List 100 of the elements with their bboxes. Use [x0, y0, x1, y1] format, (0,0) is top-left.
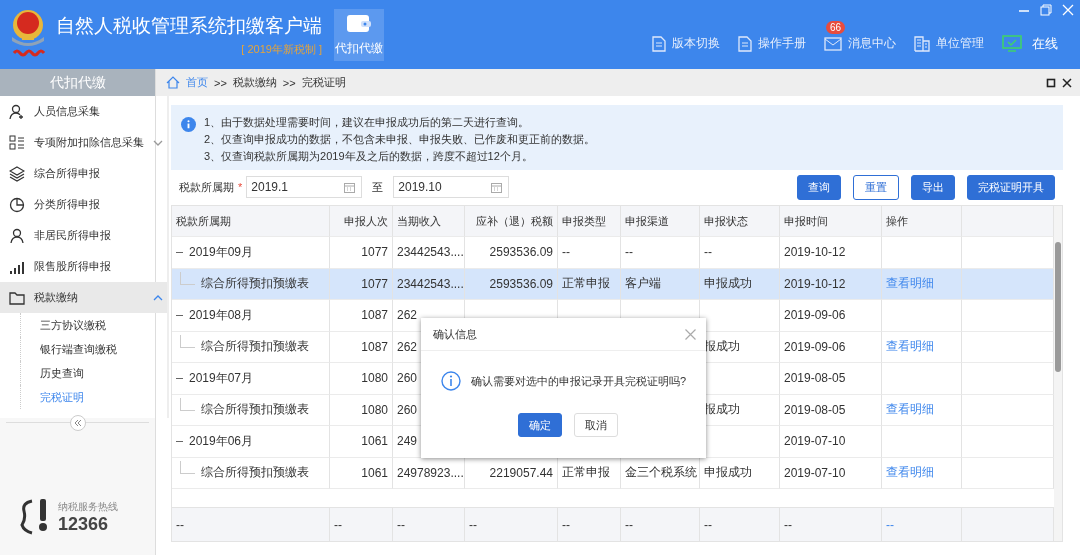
table-cell: 2019-09-06	[784, 308, 846, 323]
toolbar-button[interactable]: 查询	[797, 174, 841, 200]
table-cell: --	[886, 517, 894, 532]
app-title: 自然人税收管理系统扣缴客户端	[56, 13, 322, 38]
table-cell: 2019年08月	[189, 306, 254, 324]
person-plus-icon	[9, 103, 25, 120]
table-cell: 金三个税系统	[625, 464, 697, 482]
table-cell: --	[176, 517, 184, 532]
breadcrumb-item[interactable]: 税款缴纳	[232, 75, 277, 90]
table-cell: 1080	[361, 371, 388, 386]
close-icon[interactable]	[1062, 77, 1072, 88]
table-cell: 2019-08-05	[784, 402, 846, 417]
required-mark: *	[238, 181, 243, 193]
maximize-icon[interactable]	[1046, 77, 1056, 88]
sidebar-item[interactable]: 税款缴纳	[0, 282, 167, 313]
layers-icon	[9, 165, 25, 182]
table-cell: 260	[397, 402, 418, 417]
date-field[interactable]: 2019.10	[393, 176, 510, 198]
dialog-button[interactable]: 确定	[517, 413, 562, 437]
building-icon[interactable]	[914, 35, 930, 52]
hotline-number: 12366	[58, 513, 110, 535]
notice-text: 2、仅查询申报成功的数据，不包含未申报、申报失败、已作废和更正前的数据。	[204, 132, 596, 147]
document-icon[interactable]	[652, 35, 666, 52]
sidebar-title: 代扣代缴	[0, 69, 155, 96]
table-cell: --	[334, 517, 342, 532]
table-cell: 262	[397, 308, 418, 323]
table-cell: 2019-10-12	[784, 245, 846, 260]
column-header: 申报人次	[330, 206, 393, 237]
toolbar-button[interactable]: 完税证明开具	[967, 174, 1055, 200]
table-cell: 249	[397, 434, 418, 449]
table-cell: 2019年07月	[189, 369, 254, 387]
toolbar-button[interactable]: 重置	[853, 174, 899, 200]
field-label: 税款所属期	[179, 179, 234, 195]
person-icon	[9, 227, 25, 244]
column-header: 当期收入	[393, 206, 465, 237]
table-cell: 1077	[361, 276, 388, 291]
table-cell: --	[562, 517, 570, 532]
nav-link[interactable]: 在线	[1032, 34, 1058, 53]
collapse-button[interactable]	[69, 415, 86, 431]
hotline-label: 纳税服务热线	[58, 499, 118, 514]
count-badge: 66	[826, 21, 846, 34]
toolbar-button[interactable]: 导出	[911, 174, 955, 200]
table-cell: 23442543....	[397, 245, 464, 260]
chevron-icon	[153, 293, 163, 302]
double-chevron-icon	[73, 420, 82, 426]
table-cell: --	[397, 517, 405, 532]
breadcrumb-item[interactable]: 完税证明	[301, 75, 346, 90]
document-icon[interactable]	[738, 35, 752, 52]
table-cell: 1061	[361, 434, 388, 449]
range-separator: 至	[372, 179, 384, 195]
info-icon	[181, 117, 196, 132]
table-cell: 2219057.44	[489, 465, 553, 480]
table-cell: 2019年06月	[189, 432, 254, 450]
table-cell: 1087	[361, 308, 388, 323]
sidebar-item[interactable]: 非居民所得申报	[0, 220, 167, 251]
column-header: 应补（退）税额	[465, 206, 558, 237]
dialog-button[interactable]: 取消	[573, 413, 618, 437]
detail-link[interactable]: 查看明细	[886, 464, 934, 482]
group-row[interactable]: 2019年09月 1077 23442543.... 2593536.09 -- -- -- 2019-10-12	[172, 237, 1054, 269]
mail-icon[interactable]	[824, 36, 842, 51]
sidebar-item[interactable]: 限售股所得申报	[0, 251, 167, 282]
table-cell: 客户端	[625, 275, 661, 293]
table-cell: 260	[397, 371, 418, 386]
folder-icon	[9, 289, 25, 306]
calendar-icon	[491, 181, 503, 193]
sidebar-item[interactable]: 专项附加扣除信息采集	[0, 127, 167, 158]
column-header: 申报状态	[700, 206, 780, 237]
table-cell: --	[562, 245, 570, 260]
column-header: 申报时间	[780, 206, 882, 237]
table-cell: 24978923....	[397, 465, 464, 480]
detail-link[interactable]: 查看明细	[886, 338, 934, 356]
column-header: 操作	[882, 206, 962, 237]
sidebar-item[interactable]: 人员信息采集	[0, 96, 167, 127]
table-cell: 2593536.09	[489, 276, 553, 291]
table-cell: 1087	[361, 339, 388, 354]
detail-link[interactable]: 查看明细	[886, 401, 934, 419]
column-header: 申报渠道	[621, 206, 700, 237]
table-cell: 申报成功	[704, 464, 752, 482]
monitor-icon[interactable]	[1002, 34, 1022, 53]
table-cell: --	[704, 517, 712, 532]
app-subtitle: [ 2019年新税制 ]	[241, 41, 322, 57]
table-cell: 正常申报	[562, 275, 610, 293]
sidebar-item[interactable]: 综合所得申报	[0, 158, 167, 189]
restore-icon[interactable]	[1040, 4, 1052, 16]
table-row[interactable]: 综合所得预扣预缴表 1077 23442543.... 2593536.09 正常申报 客户端 申报成功 2019-10-12 查看明细	[172, 268, 1054, 300]
info-icon	[441, 371, 461, 391]
table-cell: --	[784, 517, 792, 532]
table-cell: 2019年09月	[189, 243, 254, 261]
table-cell: 综合所得预扣预缴表	[201, 464, 309, 482]
table-cell: 2019-07-10	[784, 465, 846, 480]
table-cell: 2019-09-06	[784, 339, 846, 354]
list-icon	[9, 134, 25, 151]
table-cell: --	[625, 245, 633, 260]
table-cell: --	[625, 517, 633, 532]
sidebar-item[interactable]: 分类所得申报	[0, 189, 167, 220]
date-field[interactable]: 2019.1	[246, 176, 363, 198]
home-icon[interactable]	[166, 76, 180, 89]
table-cell: 2019-07-10	[784, 434, 846, 449]
dialog-message: 确认需要对选中的申报记录开具完税证明吗?	[471, 373, 687, 389]
table-cell: 23442543....	[397, 276, 464, 291]
